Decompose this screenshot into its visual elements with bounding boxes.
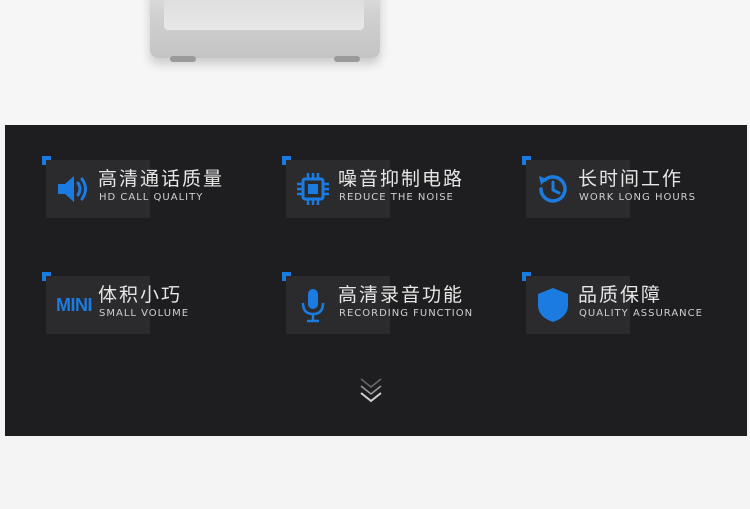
feature-title-en: QUALITY ASSURANCE <box>579 308 703 319</box>
bottom-spacer <box>0 436 750 509</box>
microphone-icon <box>294 286 332 324</box>
feature-title-cn: 高清录音功能 <box>338 284 465 306</box>
feature-title-cn: 品质保障 <box>578 284 663 306</box>
feature-hd-call-quality: 高清通话质量 HD CALL QUALITY <box>42 156 257 218</box>
feature-title-cn: 体积小巧 <box>98 284 183 306</box>
feature-recording-function: 高清录音功能 RECORDING FUNCTION <box>282 272 497 334</box>
shield-icon <box>534 286 572 324</box>
feature-quality-assurance: 品质保障 QUALITY ASSURANCE <box>522 272 737 334</box>
mini-icon-text: MINI <box>56 294 93 315</box>
feature-title-cn: 长时间工作 <box>578 168 684 190</box>
product-photo-area <box>0 0 750 125</box>
feature-small-volume: MINI 体积小巧 SMALL VOLUME <box>42 272 257 334</box>
feature-title-en: WORK LONG HOURS <box>579 192 696 203</box>
feature-title-en: SMALL VOLUME <box>99 308 190 319</box>
scroll-down-chevron-icon[interactable] <box>358 375 384 409</box>
feature-reduce-noise: 噪音抑制电路 REDUCE THE NOISE <box>282 156 497 218</box>
speaker-icon <box>54 170 92 208</box>
feature-title-en: HD CALL QUALITY <box>99 192 204 203</box>
feature-title-en: REDUCE THE NOISE <box>339 192 454 203</box>
chip-icon <box>294 170 332 208</box>
feature-title-en: RECORDING FUNCTION <box>339 308 474 319</box>
mini-text-icon: MINI <box>50 286 98 324</box>
feature-work-long-hours: 长时间工作 WORK LONG HOURS <box>522 156 737 218</box>
feature-title-cn: 噪音抑制电路 <box>338 168 465 190</box>
clock-history-icon <box>534 170 572 208</box>
feature-title-cn: 高清通话质量 <box>98 168 225 190</box>
device-image <box>150 0 380 62</box>
